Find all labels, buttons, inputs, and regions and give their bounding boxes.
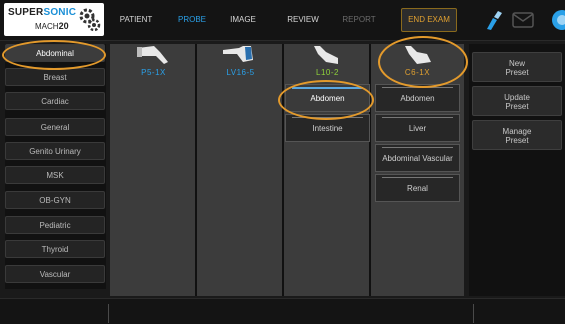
tab-probe[interactable]: PROBE (175, 0, 209, 40)
phased-probe-icon (137, 46, 168, 64)
preset-renal[interactable]: Renal (375, 174, 460, 202)
highlight-ellipse (378, 36, 468, 88)
help-icon[interactable] (550, 8, 565, 32)
application-thyroid[interactable]: Thyroid (5, 240, 105, 258)
probe-column-p5-1x[interactable]: P5-1X (110, 44, 197, 296)
top-navigation-bar: SUPERSONIC MACH20 PATIENT PROBE IMAGE RE… (0, 0, 565, 41)
linear-probe-icon (314, 46, 338, 64)
new-preset-button[interactable]: New Preset (472, 52, 562, 82)
tab-image[interactable]: IMAGE (228, 0, 258, 40)
bottom-divider (473, 304, 474, 323)
application-general[interactable]: General (5, 118, 105, 136)
application-genito-urinary[interactable]: Genito Urinary (5, 142, 105, 160)
bottom-divider (108, 304, 109, 323)
application-msk[interactable]: MSK (5, 166, 105, 184)
brand-line2-b: 20 (58, 21, 69, 31)
application-vascular[interactable]: Vascular (5, 265, 105, 283)
preset-abdomen[interactable]: Abdomen (375, 84, 460, 112)
application-cardiac[interactable]: Cardiac (5, 92, 105, 110)
update-preset-button[interactable]: Update Preset (472, 86, 562, 116)
highlight-ellipse (278, 80, 374, 120)
application-pediatric[interactable]: Pediatric (5, 216, 105, 234)
brand-line2-a: MACH (35, 22, 59, 31)
brand-line1-a: SUPER (8, 7, 44, 18)
bottom-status-bar (0, 298, 565, 324)
gears-icon (79, 8, 101, 32)
end-exam-button[interactable]: END EXAM (401, 8, 457, 32)
tab-report[interactable]: REPORT (341, 0, 377, 40)
application-ob-gyn[interactable]: OB-GYN (5, 191, 105, 209)
linear-volume-probe-icon (223, 46, 253, 62)
preset-abdominal-vascular[interactable]: Abdominal Vascular (375, 144, 460, 172)
highlight-ellipse (2, 40, 106, 70)
preset-actions-panel: New Preset Update Preset Manage Preset (469, 44, 565, 296)
probe-label: LV16-5 (226, 68, 255, 77)
probe-label: P5-1X (141, 68, 166, 77)
tab-review[interactable]: REVIEW (286, 0, 320, 40)
brand-line1-b: SONIC (43, 7, 77, 18)
mail-icon[interactable] (512, 12, 534, 28)
probe-tool-icon[interactable] (484, 9, 504, 31)
brand-logo: SUPERSONIC MACH20 (4, 3, 104, 36)
tab-patient[interactable]: PATIENT (116, 0, 156, 40)
manage-preset-button[interactable]: Manage Preset (472, 120, 562, 150)
application-breast[interactable]: Breast (5, 68, 105, 86)
probe-column-lv16-5[interactable]: LV16-5 (197, 44, 284, 296)
probe-label: L10-2 (316, 68, 339, 77)
application-list: Abdominal Breast Cardiac General Genito … (5, 44, 106, 289)
preset-liver[interactable]: Liver (375, 114, 460, 142)
